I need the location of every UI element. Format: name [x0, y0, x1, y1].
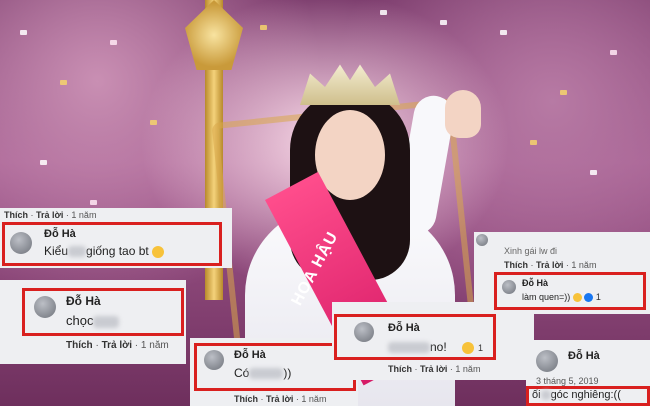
- blurred-text: [388, 342, 430, 354]
- confetti: [590, 170, 597, 175]
- avatar[interactable]: [34, 296, 56, 318]
- like-link[interactable]: Thích: [4, 210, 28, 220]
- like-link[interactable]: Thích: [388, 364, 412, 374]
- comment-panel-2: Đỗ Hà chọc Thích · Trả lời · 1 năm: [0, 280, 186, 364]
- comment-text: làm quen=)) 1: [522, 292, 601, 303]
- reply-link[interactable]: Trả lời: [266, 394, 293, 404]
- comment-time: 1 năm: [571, 260, 597, 270]
- avatar[interactable]: [536, 350, 558, 372]
- comment-actions: Thích · Trả lời · 1 năm: [388, 364, 481, 374]
- comment-date: 3 tháng 5, 2019: [536, 376, 599, 386]
- confetti: [380, 10, 387, 15]
- confetti: [90, 200, 97, 205]
- avatar[interactable]: [354, 322, 374, 342]
- waving-hand: [445, 90, 481, 138]
- commenter-name[interactable]: Đỗ Hà: [568, 350, 600, 362]
- like-reaction-icon: [584, 293, 594, 303]
- avatar[interactable]: [10, 232, 32, 254]
- comment-panel-6: Đỗ Hà 3 tháng 5, 2019 ối góc nghiêng:((: [526, 340, 650, 406]
- comment-actions: Thích · Trả lời · 1 năm: [66, 340, 169, 351]
- tiara: [300, 64, 400, 105]
- reply-link[interactable]: Trả lời: [102, 340, 132, 351]
- confetti: [20, 30, 27, 35]
- confetti: [260, 25, 267, 30]
- like-link[interactable]: Thích: [504, 260, 528, 270]
- commenter-name[interactable]: Đỗ Hà: [234, 349, 266, 361]
- comment-time: 1 năm: [140, 340, 169, 351]
- confetti: [60, 80, 67, 85]
- comment-text: ối góc nghiêng:((: [532, 389, 621, 401]
- confetti: [560, 90, 567, 95]
- comment-actions: Thích · Trả lời · 1 năm: [4, 210, 97, 220]
- avatar[interactable]: [204, 350, 224, 370]
- comment-text: chọc: [66, 313, 120, 328]
- highlight-box: [494, 272, 646, 310]
- blurred-text: [540, 390, 551, 401]
- blurred-text: [93, 315, 120, 328]
- reply-link[interactable]: Trả lời: [536, 260, 563, 270]
- haha-reaction-icon: [462, 342, 474, 354]
- reply-link[interactable]: Trả lời: [36, 210, 63, 220]
- confetti: [110, 40, 117, 45]
- confetti: [530, 140, 537, 145]
- confetti: [40, 160, 47, 165]
- comment-time: 1 năm: [301, 394, 327, 404]
- comment-time: 1 năm: [71, 210, 97, 220]
- avatar[interactable]: [476, 234, 488, 246]
- commenter-name[interactable]: Đỗ Hà: [522, 278, 548, 288]
- comment-panel-1: Thích · Trả lời · 1 năm Đỗ Hà Kiểu giống …: [0, 208, 232, 268]
- blurred-text: [68, 246, 87, 258]
- commenter-name[interactable]: Đỗ Hà: [44, 228, 76, 240]
- like-link[interactable]: Thích: [66, 340, 93, 351]
- haha-reaction-icon: [572, 293, 582, 303]
- confetti: [610, 50, 617, 55]
- confetti: [440, 20, 447, 25]
- comment-panel-5: Xinh gái lw đi Thích · Trả lời · 1 năm Đ…: [474, 232, 650, 314]
- avatar[interactable]: [502, 280, 516, 294]
- reply-link[interactable]: Trả lời: [420, 364, 447, 374]
- comment-text: no!: [388, 340, 447, 354]
- commenter-name[interactable]: Đỗ Hà: [388, 322, 420, 334]
- comment-text: Có)): [234, 366, 292, 380]
- like-link[interactable]: Thích: [234, 394, 258, 404]
- money-face-emoji: [152, 245, 165, 258]
- commenter-name[interactable]: Đỗ Hà: [66, 294, 101, 308]
- reaction-count: 1: [478, 343, 484, 353]
- reaction-count: 1: [595, 292, 601, 302]
- confetti: [500, 30, 507, 35]
- comment-time: 1 năm: [455, 364, 481, 374]
- blurred-text: [249, 368, 284, 380]
- comment-actions: Thích · Trả lời · 1 năm: [234, 394, 327, 404]
- comment-actions: Thích · Trả lời · 1 năm: [504, 260, 597, 270]
- comment-text-above: Xinh gái lw đi: [504, 246, 558, 256]
- confetti: [150, 120, 157, 125]
- comment-text: Kiểu giống tao bt: [44, 244, 165, 258]
